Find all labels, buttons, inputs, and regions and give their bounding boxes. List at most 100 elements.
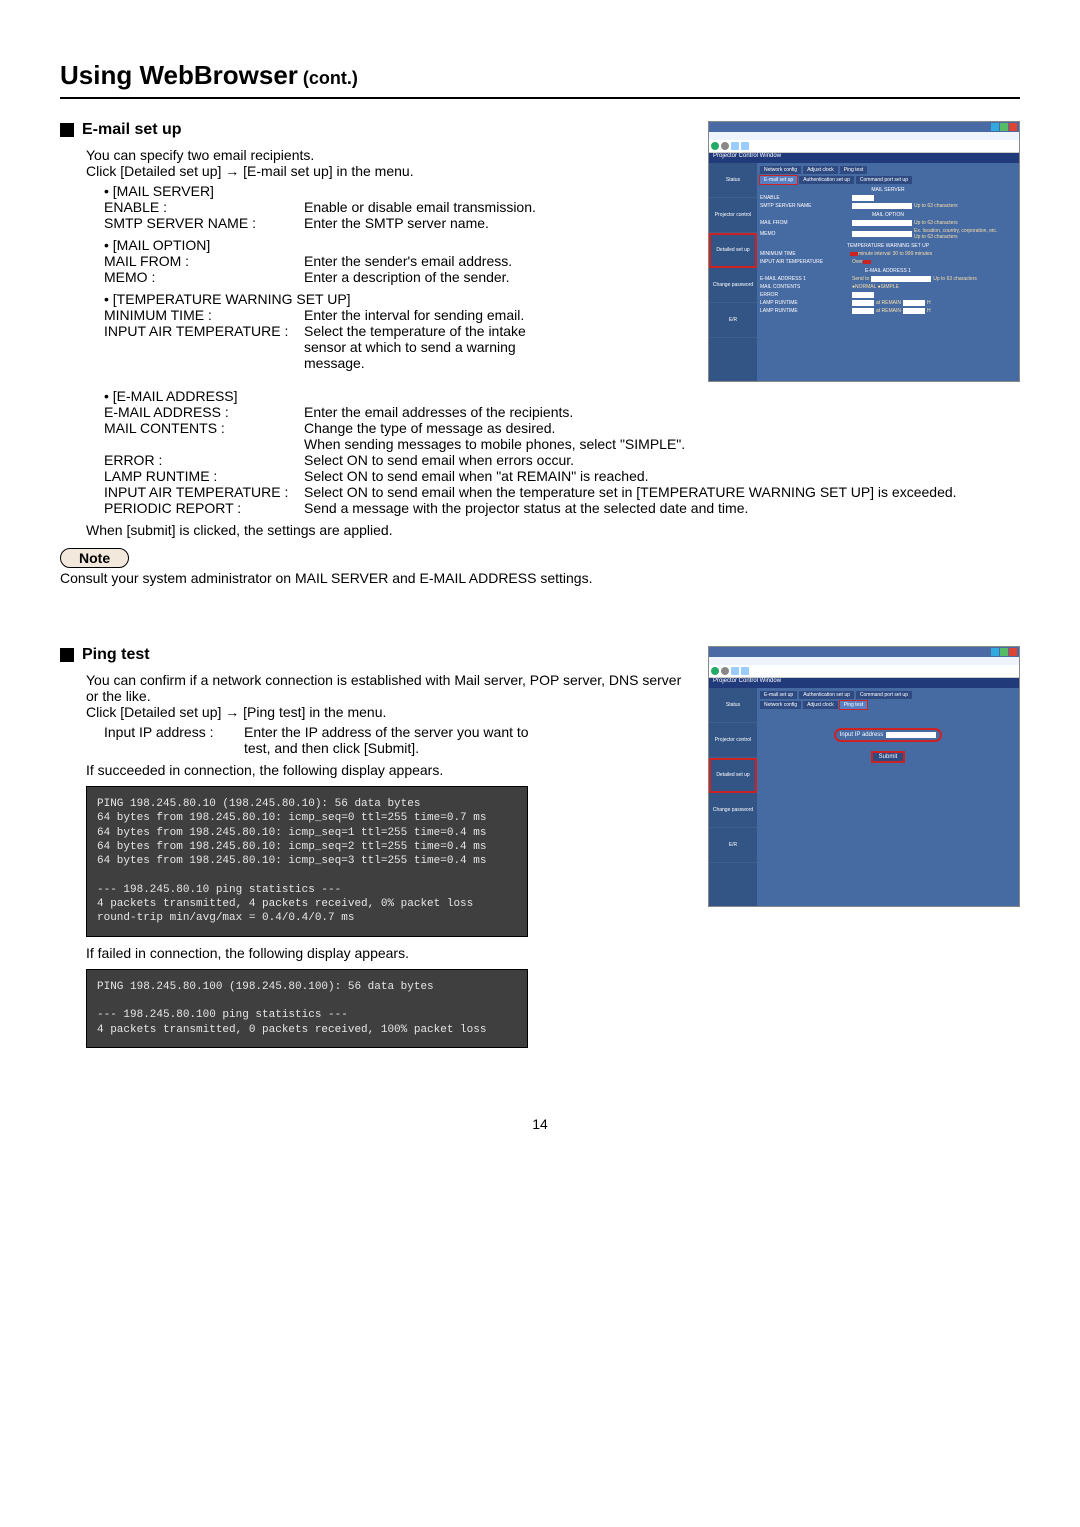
lamp2-val[interactable] (903, 308, 925, 314)
email-setup-section: E-mail set up You can specify two email … (60, 121, 1020, 586)
hdr-temp: TEMPERATURE WARNING SET UP (760, 243, 1016, 249)
enable-label: ENABLE : (104, 199, 304, 215)
p-tab-net[interactable]: Network config (760, 701, 801, 709)
lamp2-h: H (927, 308, 931, 314)
addr-desc: Enter the email addresses of the recipie… (304, 404, 573, 420)
group-mail-server: [MAIL SERVER] (113, 183, 214, 199)
enable-select[interactable] (852, 195, 874, 201)
f-lamp2: LAMP RUNTIME (760, 308, 850, 314)
min-note: 30 to 999 minutes (893, 251, 933, 257)
p-tab-ping[interactable]: Ping test (840, 701, 867, 709)
square-bullet-icon (60, 648, 74, 662)
title-rule (60, 97, 1020, 99)
f-from: MAIL FROM (760, 220, 850, 226)
lamp2-rem: at REMAIN (876, 308, 901, 314)
ip-label: Input IP address : (104, 724, 244, 756)
tab-network-config[interactable]: Network config (760, 166, 801, 174)
ping-submit-button[interactable]: Submit (873, 753, 904, 761)
p-ip-input[interactable] (886, 732, 936, 738)
contents-opts[interactable]: ●NORMAL ●SIMPLE (852, 284, 899, 290)
email-browser-screenshot: Projector Control Window Status Projecto… (708, 121, 1020, 382)
ping-form-oval: Input IP address (836, 730, 941, 740)
lamp1-h: H (927, 300, 931, 306)
memo-input[interactable] (852, 231, 912, 237)
f-min: MINIMUM TIME (760, 251, 850, 257)
p-side-er[interactable]: E/R (729, 842, 737, 848)
hdr-mail-option: MAIL OPTION (760, 212, 1016, 218)
from-input[interactable] (852, 220, 912, 226)
maximize-icon (1000, 648, 1008, 656)
side-status[interactable]: Status (726, 177, 740, 183)
maximize-icon (1000, 123, 1008, 131)
lamp2-select[interactable] (852, 308, 874, 314)
fail-text: If failed in connection, the following d… (86, 945, 688, 961)
close-icon (1009, 648, 1017, 656)
iat2-lab: INPUT AIR TEMPERATURE : (104, 484, 304, 500)
succ-text: If succeeded in connection, the followin… (86, 762, 688, 778)
group-temp-warn: [TEMPERATURE WARNING SET UP] (113, 291, 351, 307)
f-enable: ENABLE (760, 195, 850, 201)
memo-note: Ex. location, country, corporation, etc.… (914, 228, 997, 240)
lamp1-select[interactable] (852, 300, 874, 306)
lamp1-rem: at REMAIN (876, 300, 901, 306)
hdr-addr: E-MAIL ADDRESS 1 (760, 268, 1016, 274)
p-ip-lab: Input IP address (840, 732, 884, 738)
p-tab-cmd[interactable]: Command port set up (856, 691, 912, 699)
f-error: ERROR (760, 292, 850, 298)
side-detailed[interactable]: Detailed set up (716, 247, 749, 253)
page-title: Using WebBrowser (cont.) (60, 60, 1020, 91)
p-side-change-pw[interactable]: Change password (713, 807, 753, 813)
ping-heading: Ping test (82, 646, 150, 664)
p-tab-clock[interactable]: Adjust clock (803, 701, 838, 709)
p-tab-email[interactable]: E-mail set up (760, 691, 797, 699)
minimize-icon (991, 123, 999, 131)
p-side-projector[interactable]: Projector control (715, 737, 751, 743)
error-lab: ERROR : (104, 452, 304, 468)
f-addr: E-MAIL ADDRESS 1 (760, 276, 850, 282)
hdr-mail-server: MAIL SERVER (760, 187, 1016, 193)
note-pill: Note (60, 548, 129, 568)
enable-desc: Enable or disable email transmission. (304, 199, 536, 215)
p-tab-auth[interactable]: Authentication set up (799, 691, 854, 699)
tab-email-setup[interactable]: E-mail set up (760, 176, 797, 184)
ping-intro-2: Click [Detailed set up] → [Ping test] in… (86, 704, 688, 720)
ping-intro-1: You can confirm if a network connection … (86, 672, 688, 704)
smtp-label: SMTP SERVER NAME : (104, 215, 304, 231)
tab-auth-setup[interactable]: Authentication set up (799, 176, 854, 184)
smtp-desc: Enter the SMTP server name. (304, 215, 489, 231)
addr-lab: E-MAIL ADDRESS : (104, 404, 304, 420)
addr-input[interactable] (871, 276, 931, 282)
email-intro-1: You can specify two email recipients. (86, 147, 688, 163)
side-change-pw[interactable]: Change password (713, 282, 753, 288)
memo-desc: Enter a description of the sender. (304, 269, 509, 285)
smtp-input[interactable] (852, 203, 912, 209)
submit-note: When [submit] is clicked, the settings a… (86, 522, 1020, 538)
ping-fail-output: PING 198.245.80.100 (198.245.80.100): 56… (86, 969, 528, 1048)
addr-send: Send to (852, 276, 869, 282)
from-label: MAIL FROM : (104, 253, 304, 269)
p-side-detailed[interactable]: Detailed set up (716, 772, 749, 778)
tab-cmd-port[interactable]: Command port set up (856, 176, 912, 184)
tab-adjust-clock[interactable]: Adjust clock (803, 166, 838, 174)
smtp-note: Up to 63 characters (914, 203, 958, 209)
min-unit: minute interval (858, 251, 891, 257)
from-desc: Enter the sender's email address. (304, 253, 512, 269)
side-er[interactable]: E/R (729, 317, 737, 323)
lamp-lab: LAMP RUNTIME : (104, 468, 304, 484)
memo-label: MEMO : (104, 269, 304, 285)
error-select[interactable] (852, 292, 874, 298)
f-iat: INPUT AIR TEMPERATURE (760, 259, 850, 265)
title-main: Using WebBrowser (60, 60, 298, 90)
ping-success-output: PING 198.245.80.10 (198.245.80.10): 56 d… (86, 786, 528, 937)
tab-ping-test[interactable]: Ping test (840, 166, 867, 174)
minimize-icon (991, 648, 999, 656)
lamp1-val[interactable] (903, 300, 925, 306)
iat-label: INPUT AIR TEMPERATURE : (104, 323, 304, 371)
side-projector[interactable]: Projector control (715, 212, 751, 218)
note-text: Consult your system administrator on MAI… (60, 570, 1020, 586)
page-number: 14 (60, 1116, 1020, 1132)
p-side-status[interactable]: Status (726, 702, 740, 708)
periodic-lab: PERIODIC REPORT : (104, 500, 304, 516)
iat2-desc: Select ON to send email when the tempera… (304, 484, 957, 500)
min-label: MINIMUM TIME : (104, 307, 304, 323)
